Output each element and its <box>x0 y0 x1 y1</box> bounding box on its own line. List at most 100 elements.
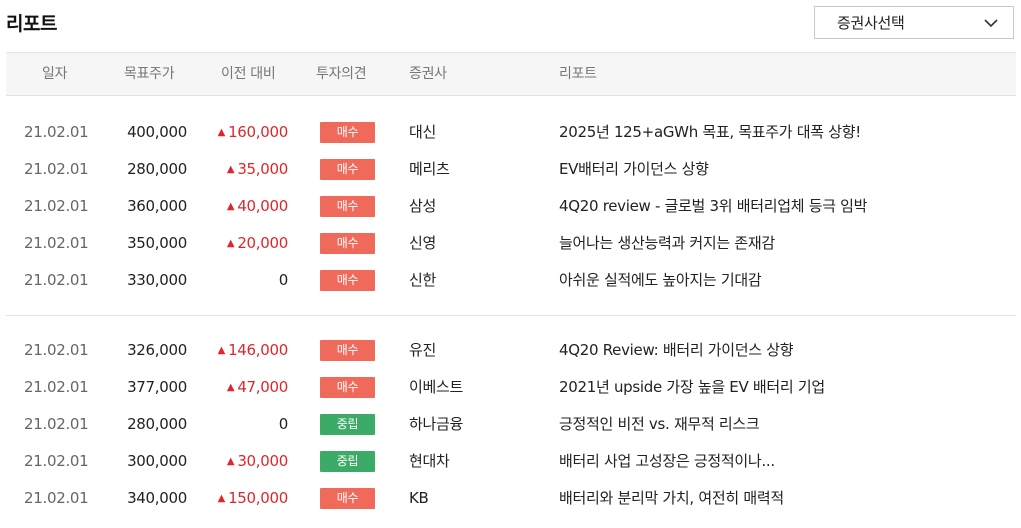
target-price: 377,000 <box>127 378 187 396</box>
report-title-link[interactable]: 4Q20 review - 글로벌 3위 배터리업체 등극 임박 <box>559 188 1009 225</box>
up-triangle-icon: ▲ <box>217 493 226 504</box>
price-change: ▲ 30,000 <box>196 443 288 480</box>
report-title-link[interactable]: 긍정적인 비전 vs. 재무적 리스크 <box>559 406 1009 443</box>
broker-name: 신영 <box>409 234 437 252</box>
page-title: 리포트 <box>6 13 57 35</box>
report-date: 21.02.01 <box>24 415 89 433</box>
report-date: 21.02.01 <box>24 452 89 470</box>
price-change: ▲ 150,000 <box>196 480 289 517</box>
report-date: 21.02.01 <box>24 489 89 507</box>
target-price: 400,000 <box>127 123 187 141</box>
opinion-cell: 매수 <box>320 262 376 299</box>
broker-name: 현대차 <box>409 452 450 470</box>
up-triangle-icon: ▲ <box>226 456 235 467</box>
table-row[interactable]: 21.02.01 330,000 0 매수 신한 아쉬운 실적에도 높아지는 기대감 <box>6 262 1016 299</box>
price-change: ▲ 35,000 <box>196 151 288 188</box>
up-triangle-icon: ▲ <box>226 238 235 249</box>
opinion-cell: 매수 <box>320 225 376 262</box>
opinion-cell: 매수 <box>320 188 376 225</box>
price-change-value: 146,000 <box>228 341 288 359</box>
target-price: 300,000 <box>127 452 187 470</box>
broker-name: KB <box>409 489 429 507</box>
target-price: 350,000 <box>127 234 187 252</box>
table-row[interactable]: 21.02.01 326,000 ▲ 146,000 매수 유진 4Q20 Review: … <box>6 332 1016 369</box>
opinion-badge: 매수 <box>320 270 375 291</box>
target-price: 330,000 <box>127 271 187 289</box>
price-change-value: 35,000 <box>237 160 288 178</box>
report-title-link[interactable]: 늘어나는 생산능력과 커지는 존재감 <box>559 225 1009 262</box>
target-price: 340,000 <box>127 489 187 507</box>
price-change-value: 0 <box>278 415 289 433</box>
up-triangle-icon: ▲ <box>226 382 235 393</box>
price-change-value: 0 <box>278 271 289 289</box>
broker-name: 메리츠 <box>409 160 450 178</box>
price-change-value: 150,000 <box>228 489 288 507</box>
report-date: 21.02.01 <box>24 341 89 359</box>
report-date: 21.02.01 <box>24 160 89 178</box>
table-row[interactable]: 21.02.01 280,000 0 중립 하나금융 긍정적인 비전 vs. 재무적 리스… <box>6 406 1016 443</box>
target-price: 326,000 <box>127 341 187 359</box>
price-change: ▲ 20,000 <box>196 225 288 262</box>
price-change: 0 <box>196 406 289 443</box>
opinion-cell: 매수 <box>320 369 376 406</box>
broker-name: 유진 <box>409 341 437 359</box>
opinion-badge: 중립 <box>320 451 375 472</box>
table-row[interactable]: 21.02.01 280,000 ▲ 35,000 매수 메리츠 EV배터리 가이던스 상향 <box>6 151 1016 188</box>
opinion-badge: 매수 <box>320 196 375 217</box>
target-price: 360,000 <box>127 197 187 215</box>
report-date: 21.02.01 <box>24 378 89 396</box>
opinion-cell: 중립 <box>320 406 376 443</box>
opinion-cell: 중립 <box>320 443 376 480</box>
opinion-badge: 매수 <box>320 122 375 143</box>
report-title-link[interactable]: EV배터리 가이던스 상향 <box>559 151 1009 188</box>
target-price: 280,000 <box>127 415 187 433</box>
opinion-cell: 매수 <box>320 332 376 369</box>
report-date: 21.02.01 <box>24 271 89 289</box>
opinion-cell: 매수 <box>320 151 376 188</box>
target-price: 280,000 <box>127 160 187 178</box>
up-triangle-icon: ▲ <box>226 201 235 212</box>
opinion-badge: 매수 <box>320 159 375 180</box>
opinion-cell: 매수 <box>320 114 376 151</box>
column-header-report: 리포트 <box>559 66 597 82</box>
broker-select-dropdown[interactable]: 증권사선택 <box>814 6 1014 39</box>
report-title-link[interactable]: 4Q20 Review: 배터리 가이던스 상향 <box>559 332 1009 369</box>
opinion-badge: 매수 <box>320 377 375 398</box>
report-title-link[interactable]: 2021년 upside 가장 높을 EV 배터리 기업 <box>559 369 1009 406</box>
table-row[interactable]: 21.02.01 400,000 ▲ 160,000 매수 대신 2025년 125+aGW… <box>6 114 1016 151</box>
report-date: 21.02.01 <box>24 234 89 252</box>
broker-name: 하나금융 <box>409 415 464 433</box>
report-title-link[interactable]: 배터리 사업 고성장은 긍정적이나... <box>559 443 1009 480</box>
column-header-firm: 증권사 <box>409 66 447 82</box>
table-row[interactable]: 21.02.01 350,000 ▲ 20,000 매수 신영 늘어나는 생산능력과 커지는… <box>6 225 1016 262</box>
table-row[interactable]: 21.02.01 377,000 ▲ 47,000 매수 이베스트 2021년 upside… <box>6 369 1016 406</box>
broker-name: 신한 <box>409 271 437 289</box>
opinion-cell: 매수 <box>320 480 376 517</box>
report-title-link[interactable]: 배터리와 분리막 가치, 여전히 매력적 <box>559 480 1009 517</box>
price-change: 0 <box>196 262 289 299</box>
broker-name: 대신 <box>409 123 437 141</box>
table-row[interactable]: 21.02.01 340,000 ▲ 150,000 매수 KB 배터리와 분리막 가치, … <box>6 480 1016 517</box>
up-triangle-icon: ▲ <box>226 164 235 175</box>
broker-select-label: 증권사선택 <box>837 14 905 32</box>
opinion-badge: 매수 <box>320 488 375 509</box>
column-header-opinion: 투자의견 <box>316 66 367 82</box>
price-change-value: 40,000 <box>237 197 288 215</box>
report-title-link[interactable]: 아쉬운 실적에도 높아지는 기대감 <box>559 262 1009 299</box>
column-header-date: 일자 <box>42 66 68 82</box>
group-divider <box>6 315 1016 316</box>
table-row[interactable]: 21.02.01 300,000 ▲ 30,000 중립 현대차 배터리 사업 고성장은 긍… <box>6 443 1016 480</box>
table-header: 일자 목표주가 이전 대비 투자의견 증권사 리포트 <box>6 52 1016 96</box>
price-change-value: 160,000 <box>228 123 288 141</box>
price-change-value: 47,000 <box>237 378 288 396</box>
up-triangle-icon: ▲ <box>217 127 226 138</box>
price-change: ▲ 47,000 <box>196 369 288 406</box>
price-change-value: 30,000 <box>237 452 288 470</box>
report-date: 21.02.01 <box>24 197 89 215</box>
table-row[interactable]: 21.02.01 360,000 ▲ 40,000 매수 삼성 4Q20 review - … <box>6 188 1016 225</box>
opinion-badge: 매수 <box>320 340 375 361</box>
broker-name: 이베스트 <box>409 378 464 396</box>
report-title-link[interactable]: 2025년 125+aGWh 목표, 목표주가 대폭 상향! <box>559 114 1009 151</box>
opinion-badge: 매수 <box>320 233 375 254</box>
broker-name: 삼성 <box>409 197 437 215</box>
